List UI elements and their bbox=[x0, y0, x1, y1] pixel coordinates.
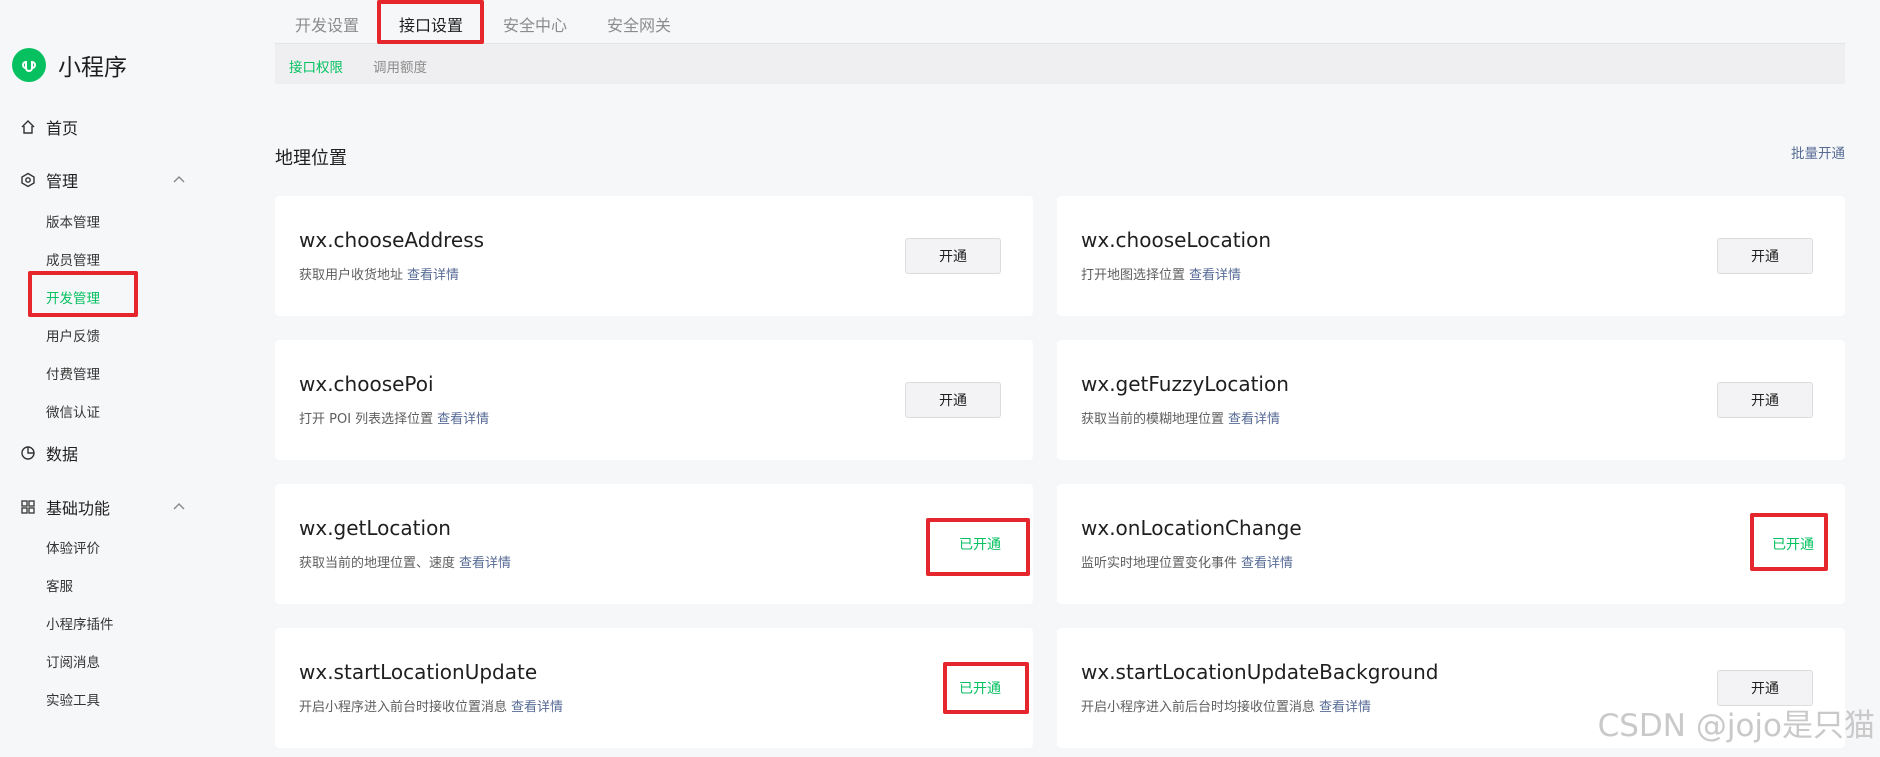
api-card: wx.getLocation 获取当前的地理位置、速度 查看详情 已开通 bbox=[275, 484, 1033, 604]
details-link[interactable]: 查看详情 bbox=[407, 268, 459, 283]
sidebar-item-cert[interactable]: 微信认证 bbox=[46, 401, 100, 421]
nav-home[interactable]: 首页 bbox=[20, 115, 78, 139]
app-logo[interactable]: 小程序 bbox=[12, 48, 127, 82]
details-link[interactable]: 查看详情 bbox=[437, 412, 489, 427]
enabled-status: 已开通 bbox=[959, 681, 1001, 697]
sidebar-item-review[interactable]: 体验评价 bbox=[46, 537, 100, 557]
watermark: CSDN @jojo是只猫 bbox=[1597, 708, 1875, 744]
api-desc: 获取用户收货地址 查看详情 bbox=[299, 268, 460, 283]
sidebar-item-version[interactable]: 版本管理 bbox=[46, 211, 100, 231]
api-name: wx.chooseLocation bbox=[1081, 228, 1272, 252]
api-card: wx.chooseLocation 打开地图选择位置 查看详情 开通 bbox=[1057, 196, 1845, 316]
api-card: wx.getFuzzyLocation 获取当前的模糊地理位置 查看详情 开通 bbox=[1057, 340, 1845, 460]
sidebar-item-service[interactable]: 客服 bbox=[46, 575, 73, 595]
api-name: wx.onLocationChange bbox=[1081, 516, 1302, 540]
api-card: wx.choosePoi 打开 POI 列表选择位置 查看详情 开通 bbox=[275, 340, 1033, 460]
tab-dev-settings[interactable]: 开发设置 bbox=[295, 12, 359, 36]
api-desc: 监听实时地理位置变化事件 查看详情 bbox=[1081, 556, 1294, 571]
api-name: wx.getLocation bbox=[299, 516, 451, 540]
nav-manage-label: 管理 bbox=[46, 172, 79, 191]
enable-button[interactable]: 开通 bbox=[1717, 382, 1813, 418]
settings-hex-icon bbox=[21, 172, 35, 188]
api-name: wx.choosePoi bbox=[299, 372, 434, 396]
tab-security-gateway[interactable]: 安全网关 bbox=[607, 12, 671, 36]
api-name: wx.startLocationUpdateBackground bbox=[1081, 660, 1439, 684]
sidebar-item-feedback[interactable]: 用户反馈 bbox=[46, 325, 100, 345]
enable-button[interactable]: 开通 bbox=[905, 382, 1001, 418]
top-tabs: 开发设置 接口设置 安全中心 安全网关 bbox=[275, 0, 1845, 44]
batch-enable-link[interactable]: 批量开通 bbox=[1791, 142, 1845, 162]
details-link[interactable]: 查看详情 bbox=[1241, 556, 1293, 571]
tab-security-center[interactable]: 安全中心 bbox=[503, 12, 567, 36]
details-link[interactable]: 查看详情 bbox=[1189, 268, 1241, 283]
nav-data[interactable]: 数据 bbox=[20, 441, 78, 465]
api-card: wx.chooseAddress 获取用户收货地址 查看详情 开通 bbox=[275, 196, 1033, 316]
api-name: wx.chooseAddress bbox=[299, 228, 485, 252]
sidebar-item-dev[interactable]: 开发管理 bbox=[46, 287, 100, 307]
api-desc: 开启小程序进入前台时接收位置消息 查看详情 bbox=[299, 700, 564, 715]
sidebar-item-subscribe[interactable]: 订阅消息 bbox=[46, 651, 100, 671]
nav-basic[interactable]: 基础功能 bbox=[20, 495, 110, 519]
section-title: 地理位置 bbox=[275, 148, 347, 169]
miniprogram-logo-icon bbox=[12, 48, 46, 82]
nav-data-label: 数据 bbox=[46, 445, 79, 464]
chevron-up-icon[interactable] bbox=[172, 174, 186, 184]
nav-home-label: 首页 bbox=[46, 119, 79, 138]
details-link[interactable]: 查看详情 bbox=[1319, 700, 1371, 715]
subtab-permissions[interactable]: 接口权限 bbox=[289, 56, 343, 76]
nav-manage[interactable]: 管理 bbox=[20, 168, 78, 192]
grid-icon bbox=[21, 500, 35, 514]
sidebar-item-members[interactable]: 成员管理 bbox=[46, 249, 100, 269]
tab-api-settings[interactable]: 接口设置 bbox=[399, 12, 463, 36]
enabled-status: 已开通 bbox=[1772, 537, 1814, 553]
details-link[interactable]: 查看详情 bbox=[459, 556, 511, 571]
details-link[interactable]: 查看详情 bbox=[1228, 412, 1280, 427]
enable-button[interactable]: 开通 bbox=[1717, 238, 1813, 274]
home-icon bbox=[21, 120, 35, 134]
sub-tabs: 接口权限 调用额度 bbox=[275, 44, 1845, 84]
pie-chart-icon bbox=[21, 446, 35, 460]
enable-button[interactable]: 开通 bbox=[905, 238, 1001, 274]
details-link[interactable]: 查看详情 bbox=[511, 700, 563, 715]
app-name: 小程序 bbox=[58, 55, 127, 81]
sidebar-item-payment[interactable]: 付费管理 bbox=[46, 363, 100, 383]
enabled-status: 已开通 bbox=[959, 537, 1001, 553]
sidebar-item-plugin[interactable]: 小程序插件 bbox=[46, 613, 114, 633]
api-card: wx.onLocationChange 监听实时地理位置变化事件 查看详情 已开通 bbox=[1057, 484, 1845, 604]
api-desc: 打开 POI 列表选择位置 查看详情 bbox=[299, 412, 490, 427]
sidebar: 小程序 首页 管理 版本管理 成员管理 开发管理 用户反馈 付费管理 微信认证 … bbox=[0, 0, 230, 757]
api-card: wx.startLocationUpdate 开启小程序进入前台时接收位置消息查… bbox=[275, 628, 1033, 748]
nav-basic-label: 基础功能 bbox=[46, 499, 111, 518]
chevron-up-icon[interactable] bbox=[172, 501, 186, 511]
api-desc: 开启小程序进入前后台时均接收位置消息 查看详情 bbox=[1081, 700, 1372, 715]
sidebar-item-experiment[interactable]: 实验工具 bbox=[46, 689, 100, 709]
api-desc: 获取当前的地理位置、速度 查看详情 bbox=[299, 556, 512, 571]
api-name: wx.startLocationUpdate bbox=[299, 660, 538, 684]
api-desc: 打开地图选择位置 查看详情 bbox=[1081, 268, 1242, 283]
api-name: wx.getFuzzyLocation bbox=[1081, 372, 1289, 396]
api-desc: 获取当前的模糊地理位置 查看详情 bbox=[1081, 412, 1281, 427]
subtab-quota[interactable]: 调用额度 bbox=[373, 56, 427, 76]
